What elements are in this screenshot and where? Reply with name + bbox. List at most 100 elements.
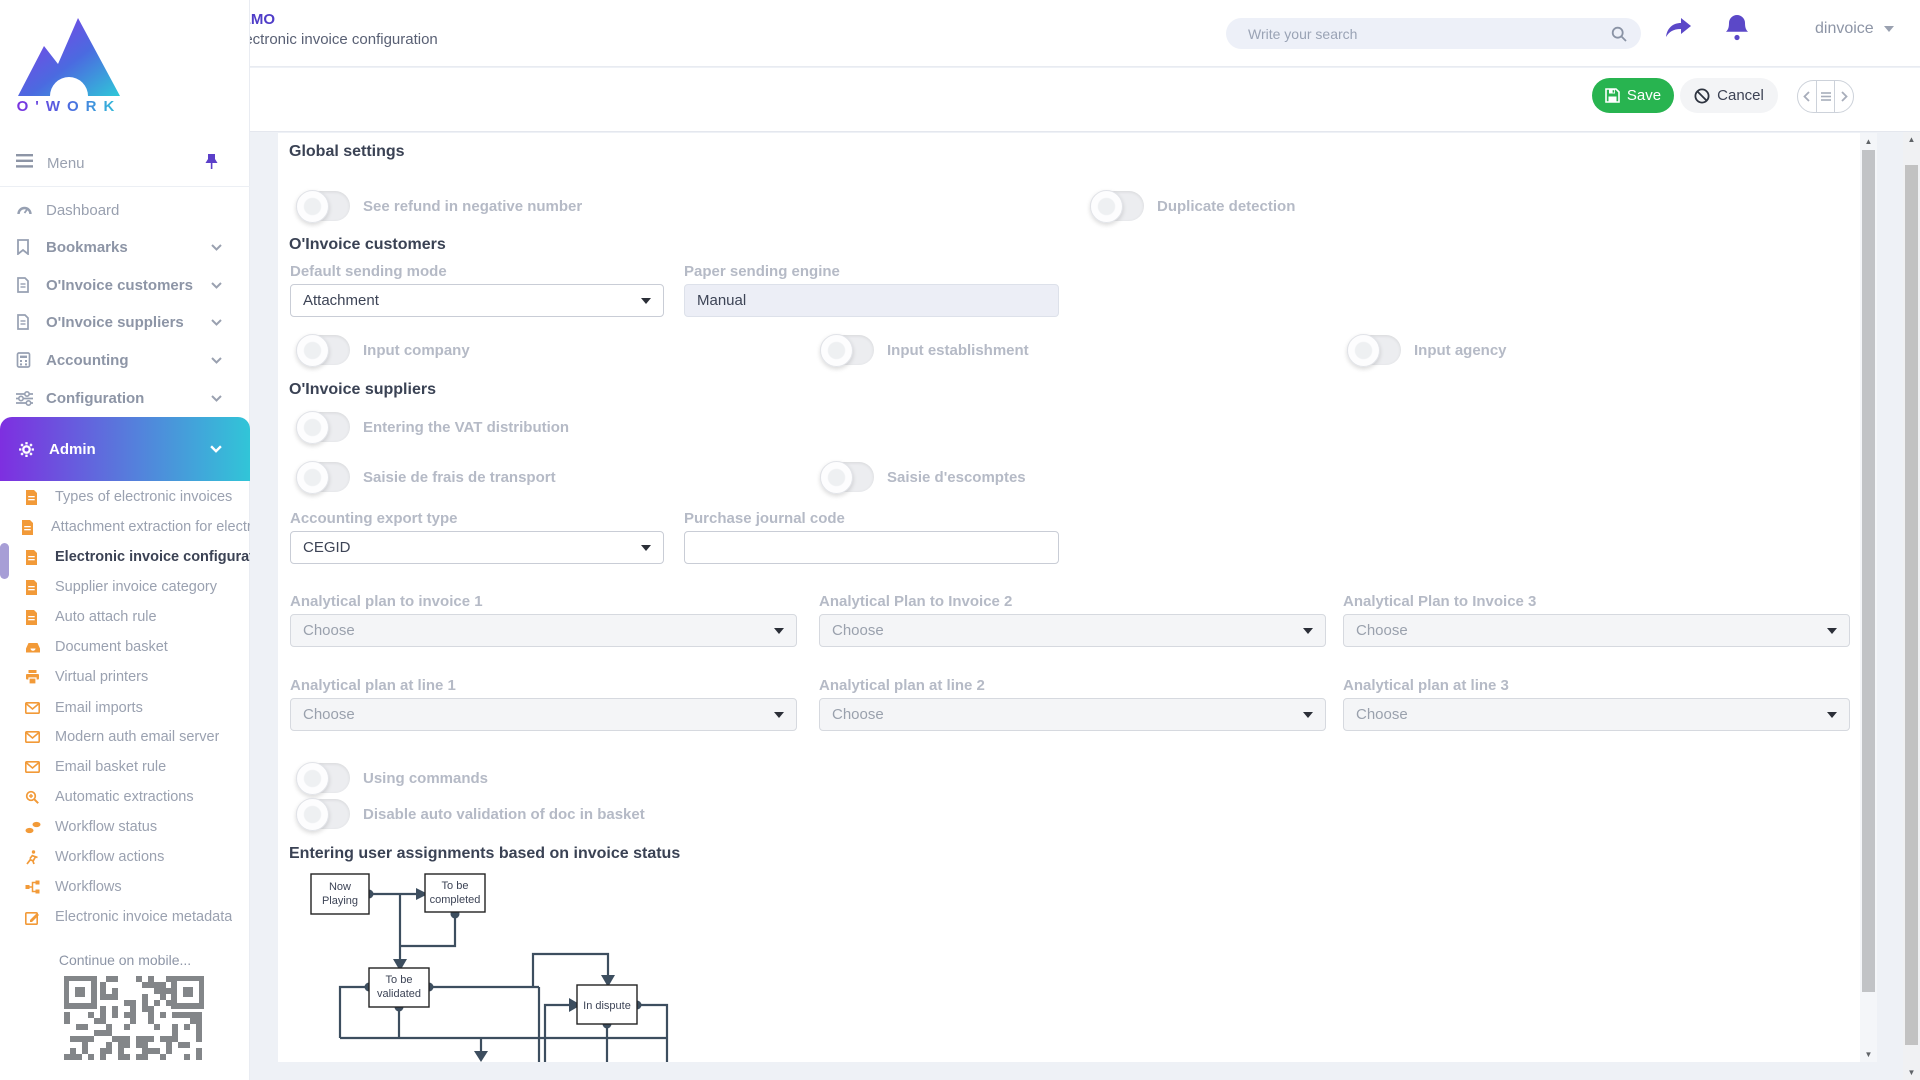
scroll-up-icon[interactable]: ▲ [1860,133,1877,149]
sidebar-item-accounting[interactable]: Accounting [0,346,250,374]
hamburger-icon[interactable] [16,154,33,173]
menu-label: Menu [47,155,85,172]
search-input[interactable] [1248,26,1588,42]
logo-text: O'WORK [14,98,124,115]
record-pager [1797,80,1854,113]
discount-entry-toggle[interactable] [820,462,874,492]
transport-fees-toggle[interactable] [296,462,350,492]
scroll-down-icon[interactable]: ▼ [1903,1064,1920,1080]
qr-code [64,976,204,1062]
transport-fees-label: Saisie de frais de transport [363,469,556,486]
chevron-down-icon [210,445,222,453]
sidebar-item-supplier-invoice-category[interactable]: Supplier invoice category [0,574,250,600]
shoe-prints-icon [25,821,41,834]
scroll-up-icon[interactable]: ▲ [1903,131,1920,147]
sitemap-icon [25,880,41,894]
envelope-icon [25,731,41,743]
sidebar-item-electronic-invoice-configuration[interactable]: Electronic invoice configuration [0,544,250,570]
paper-sending-engine-label: Paper sending engine [684,263,840,280]
sidebar-item-workflow-status[interactable]: Workflow status [0,814,250,840]
sidebar-item-bookmarks[interactable]: Bookmarks [0,233,250,261]
input-company-label: Input company [363,342,470,359]
cancel-button[interactable]: Cancel [1680,78,1778,113]
file-icon [16,314,33,330]
input-establishment-toggle[interactable] [820,335,874,365]
sidebar-item-configuration[interactable]: Configuration [0,384,250,412]
window-scrollbar[interactable]: ▲ ▼ [1903,131,1920,1080]
using-commands-toggle[interactable] [296,763,350,793]
default-sending-mode-select[interactable]: Attachment [290,284,664,317]
plan-invoice-2-label: Analytical Plan to Invoice 2 [819,593,1012,610]
svg-text:Now: Now [329,881,351,893]
search-bar [1226,18,1641,49]
panel-scrollbar[interactable]: ▲ ▼ [1860,133,1877,1062]
svg-text:validated: validated [377,988,421,1000]
sidebar-item-types-of-electronic-invoices[interactable]: Types of electronic invoices [0,484,250,510]
sidebar-item-workflows[interactable]: Workflows [0,874,250,900]
record-list-button[interactable] [1817,81,1836,112]
sidebar-item-modern-auth-email-server[interactable]: Modern auth email server [0,724,250,750]
share-icon[interactable] [1665,16,1693,40]
app-logo[interactable]: O'WORK [0,0,250,140]
section-title-assignments: Entering user assignments based on invoi… [289,845,680,863]
search-plus-icon [25,790,41,804]
workflow-node-now-playing [311,874,369,914]
sidebar-item-dashboard[interactable]: Dashboard [0,196,250,224]
plan-invoice-3-select: Choose [1343,614,1850,647]
mobile-hint: Continue on mobile... [0,952,250,968]
sidebar-item-document-basket[interactable]: Document basket [0,634,250,660]
input-agency-label: Input agency [1414,342,1507,359]
sidebar-item-auto-attach-rule[interactable]: Auto attach rule [0,604,250,630]
plan-line-2-label: Analytical plan at line 2 [819,677,985,694]
save-button[interactable]: Save [1592,78,1674,113]
chevron-down-icon [211,357,222,364]
input-company-toggle[interactable] [296,335,350,365]
workflow-diagram: NowPlaying To becompleted To bevalidated… [306,873,690,1062]
input-establishment-label: Input establishment [887,342,1029,359]
bell-icon[interactable] [1725,14,1749,41]
disable-auto-validation-toggle[interactable] [296,799,350,829]
ban-icon [1694,88,1710,104]
sidebar-item-virtual-printers[interactable]: Virtual printers [0,664,250,690]
paper-sending-engine-input [684,284,1059,317]
sidebar-item-oinvoice-customers[interactable]: O'Invoice customers [0,271,250,299]
envelope-icon [25,702,41,714]
pin-icon[interactable] [205,154,218,174]
scroll-down-icon[interactable]: ▼ [1860,1046,1877,1062]
sidebar-item-admin[interactable]: Admin [0,417,250,481]
prev-record-button[interactable] [1798,81,1817,112]
user-menu[interactable]: dinvoice [1815,20,1894,38]
chevron-down-icon [211,244,222,251]
vat-distribution-label: Entering the VAT distribution [363,419,569,436]
panel-scrollbar-thumb[interactable] [1862,150,1875,992]
sidebar-item-email-basket-rule[interactable]: Email basket rule [0,754,250,780]
accounting-export-label: Accounting export type [290,510,458,527]
header: DEMO Electronic invoice configuration di… [203,0,1920,67]
inbox-icon [25,641,41,654]
file-icon [21,520,37,535]
duplicate-detection-toggle[interactable] [1090,191,1144,221]
sidebar-item-workflow-actions[interactable]: Workflow actions [0,844,250,870]
settings-panel: Global settings See refund in negative n… [278,133,1860,1062]
svg-text:To be: To be [386,974,413,986]
plan-invoice-2-select: Choose [819,614,1326,647]
sidebar: O'WORK Menu Dashboard Bookmarks O'Invoic… [0,0,250,1080]
svg-text:In dispute: In dispute [583,1000,631,1012]
input-agency-toggle[interactable] [1347,335,1401,365]
vat-distribution-toggle[interactable] [296,412,350,442]
search-icon[interactable] [1611,26,1627,42]
svg-text:To be: To be [442,880,469,892]
sidebar-item-oinvoice-suppliers[interactable]: O'Invoice suppliers [0,308,250,336]
accounting-export-select[interactable]: CEGID [290,531,664,564]
sidebar-item-attachment-extraction[interactable]: Attachment extraction for electron [0,514,250,540]
purchase-journal-input[interactable] [684,531,1059,564]
section-title-suppliers: O'Invoice suppliers [289,381,436,399]
window-scrollbar-thumb[interactable] [1905,165,1918,1045]
next-record-button[interactable] [1835,81,1853,112]
sidebar-item-automatic-extractions[interactable]: Automatic extractions [0,784,250,810]
sidebar-item-email-imports[interactable]: Email imports [0,695,250,721]
refund-negative-toggle[interactable] [296,191,350,221]
disable-auto-validation-label: Disable auto validation of doc in basket [363,806,645,823]
plan-line-2-select: Choose [819,698,1326,731]
sidebar-item-electronic-invoice-metadata[interactable]: Electronic invoice metadata [0,904,250,930]
